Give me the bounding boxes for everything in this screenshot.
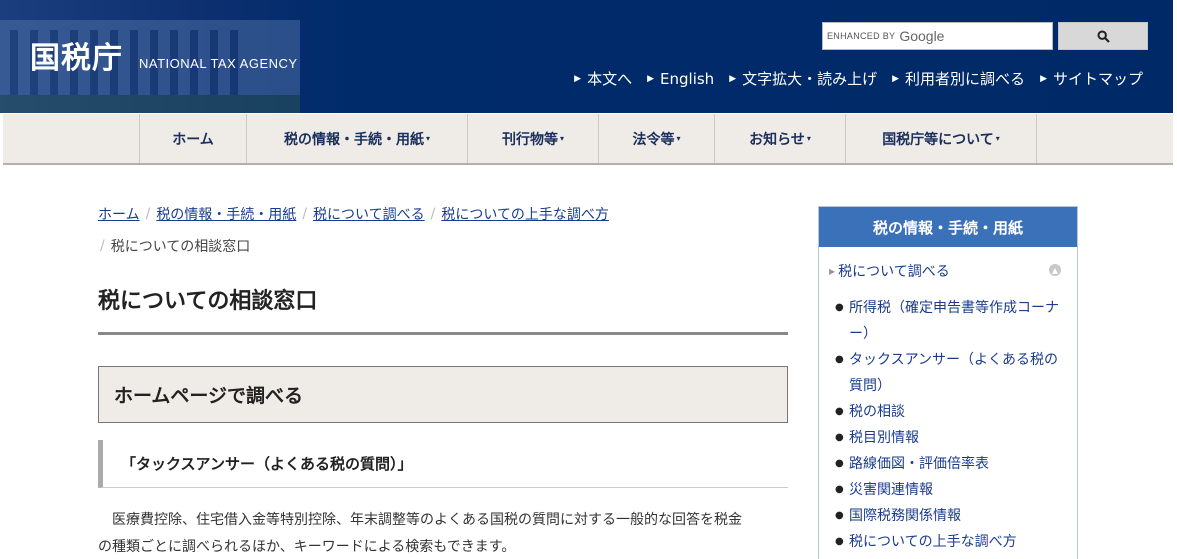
logo-english: NATIONAL TAX AGENCY bbox=[139, 56, 298, 71]
sidebar-item-label: 所得税（確定申告書等作成コーナー） bbox=[849, 300, 1059, 342]
site-logo[interactable]: 国税庁 NATIONAL TAX AGENCY bbox=[30, 33, 298, 77]
bullet-icon: ● bbox=[835, 432, 844, 443]
bullet-icon: ● bbox=[835, 302, 844, 313]
sidebar-item[interactable]: ● タックスアンサー（よくある税の質問） bbox=[835, 347, 1071, 399]
breadcrumb-link[interactable]: 税について調べる bbox=[313, 204, 425, 224]
sidebar-item[interactable]: ● 税の相談 bbox=[835, 399, 1071, 425]
util-link-by-user[interactable]: ▶ 利用者別に調べる bbox=[892, 68, 1025, 89]
search-provider-label: Google bbox=[899, 28, 945, 44]
collapse-toggle-icon[interactable]: ▲ bbox=[1049, 264, 1061, 276]
util-link-english[interactable]: ▶ English bbox=[647, 68, 714, 89]
breadcrumb-current: 税についての相談窓口 bbox=[110, 239, 251, 255]
sidebar-item-label: 税目別情報 bbox=[849, 430, 919, 446]
search-icon bbox=[1096, 29, 1110, 43]
util-link-skip-to-content[interactable]: ▶ 本文へ bbox=[574, 68, 632, 89]
triangle-right-icon: ▶ bbox=[829, 266, 836, 276]
nav-item-about[interactable]: 国税庁等について ▾ bbox=[846, 114, 1037, 163]
page-title: 税についての相談窓口 bbox=[98, 283, 788, 335]
breadcrumb: ホーム / 税の情報・手続・用紙 / 税について調べる / 税についての上手な調… bbox=[98, 203, 798, 257]
sidebar-item-label: 路線価図・評価倍率表 bbox=[849, 456, 989, 472]
sidebar-item-label: タックスアンサー（よくある税の質問） bbox=[849, 352, 1059, 394]
sidebar-parent-link[interactable]: ▶ 税について調べる bbox=[829, 261, 950, 281]
util-link-label: 利用者別に調べる bbox=[905, 70, 1026, 88]
nav-item-home[interactable]: ホーム bbox=[140, 114, 247, 163]
bullet-icon: ● bbox=[835, 510, 844, 521]
search-input[interactable]: ENHANCED BY Google bbox=[822, 22, 1053, 50]
sidebar-parent-label: 税について調べる bbox=[838, 264, 950, 280]
body-line: の種類ごとに調べられるほか、キーワードによる検索もできます。 bbox=[98, 539, 516, 555]
triangle-right-icon: ▶ bbox=[892, 73, 900, 84]
sidebar-item[interactable]: ● 税についての上手な調べ方 bbox=[835, 529, 1071, 555]
logo-kanji: 国税庁 bbox=[30, 41, 123, 76]
bullet-icon: ● bbox=[835, 406, 844, 417]
search-button[interactable] bbox=[1058, 22, 1148, 50]
bullet-icon: ● bbox=[835, 354, 844, 365]
breadcrumb-separator: / bbox=[302, 206, 308, 222]
nav-item-label: ホーム bbox=[172, 131, 214, 148]
sidebar-list: ● 所得税（確定申告書等作成コーナー） ● タックスアンサー（よくある税の質問） ●… bbox=[835, 295, 1071, 555]
breadcrumb-link[interactable]: 税についての上手な調べ方 bbox=[441, 204, 609, 224]
search-enhanced-label: ENHANCED BY bbox=[827, 31, 896, 41]
body-line: 医療費控除、住宅借入金等特別控除、年末調整等のよくある国税の質問に対する一般的な… bbox=[112, 512, 742, 528]
triangle-right-icon: ▶ bbox=[1040, 73, 1047, 84]
breadcrumb-link[interactable]: ホーム bbox=[98, 204, 140, 224]
sidebar-item[interactable]: ● 路線価図・評価倍率表 bbox=[835, 451, 1071, 477]
util-link-accessibility[interactable]: ▶ 文字拡大・読み上げ bbox=[729, 68, 877, 89]
nav-item-laws[interactable]: 法令等 ▾ bbox=[599, 114, 715, 163]
site-header: 国税庁 NATIONAL TAX AGENCY ENHANCED BY Goog… bbox=[0, 0, 1173, 113]
util-link-sitemap[interactable]: ▶ サイトマップ bbox=[1040, 68, 1143, 89]
sidebar-item-label: 税の相談 bbox=[849, 404, 905, 420]
util-link-label: サイトマップ bbox=[1052, 70, 1143, 88]
bullet-icon: ● bbox=[835, 484, 844, 495]
sidebar-item-label: 税についての上手な調べ方 bbox=[849, 534, 1017, 550]
breadcrumb-link[interactable]: 税の情報・手続・用紙 bbox=[156, 204, 296, 224]
util-link-label: 文字拡大・読み上げ bbox=[742, 70, 878, 88]
global-nav: ホーム 税の情報・手続・用紙 ▾ 刊行物等 ▾ 法令等 ▾ お知らせ ▾ 国税庁等につい… bbox=[3, 114, 1173, 165]
caret-down-icon: ▾ bbox=[806, 134, 811, 143]
nav-item-label: 法令等 bbox=[632, 131, 675, 148]
sidebar-item[interactable]: ● 所得税（確定申告書等作成コーナー） bbox=[835, 295, 1071, 347]
nav-item-publications[interactable]: 刊行物等 ▾ bbox=[468, 114, 599, 163]
sub-heading: 「タックスアンサー（よくある税の質問）」 bbox=[98, 440, 788, 488]
triangle-right-icon: ▶ bbox=[729, 73, 737, 84]
caret-down-icon: ▾ bbox=[559, 134, 564, 143]
breadcrumb-separator: / bbox=[145, 206, 151, 222]
utility-links: ▶ 本文へ ▶ English ▶ 文字拡大・読み上げ ▶ 利用者別に調べる ▶ サイトマ… bbox=[574, 68, 1143, 89]
triangle-right-icon: ▶ bbox=[647, 73, 655, 84]
sidebar-item-label: 災害関連情報 bbox=[849, 482, 933, 498]
nav-item-label: お知らせ bbox=[749, 131, 805, 148]
breadcrumb-separator: / bbox=[430, 206, 436, 222]
bullet-icon: ● bbox=[835, 536, 844, 547]
caret-down-icon: ▾ bbox=[676, 134, 681, 143]
nav-item-label: 刊行物等 bbox=[501, 131, 558, 148]
bullet-icon: ● bbox=[835, 458, 844, 469]
sidebar-item[interactable]: ● 災害関連情報 bbox=[835, 477, 1071, 503]
sidebar: 税の情報・手続・用紙 ▶ 税について調べる ▲ ● 所得税（確定申告書等作成コーナ… bbox=[818, 206, 1078, 559]
sidebar-item[interactable]: ● 税目別情報 bbox=[835, 425, 1071, 451]
sidebar-item-label: 国際税務関係情報 bbox=[849, 508, 961, 524]
triangle-right-icon: ▶ bbox=[574, 73, 582, 84]
caret-down-icon: ▾ bbox=[425, 134, 430, 143]
sidebar-item[interactable]: ● 国際税務関係情報 bbox=[835, 503, 1071, 529]
nav-item-notices[interactable]: お知らせ ▾ bbox=[715, 114, 846, 163]
nav-item-label: 国税庁等について bbox=[882, 131, 994, 148]
util-link-label: English bbox=[660, 69, 715, 88]
breadcrumb-separator: / bbox=[100, 238, 105, 254]
caret-down-icon: ▾ bbox=[995, 134, 1000, 143]
util-link-label: 本文へ bbox=[587, 70, 633, 88]
sidebar-heading: 税の情報・手続・用紙 bbox=[819, 207, 1077, 247]
body-paragraph: 医療費控除、住宅借入金等特別控除、年末調整等のよくある国税の質問に対する一般的な… bbox=[98, 507, 792, 559]
section-heading: ホームページで調べる bbox=[98, 366, 788, 423]
nav-item-tax-info[interactable]: 税の情報・手続・用紙 ▾ bbox=[247, 114, 468, 163]
nav-item-label: 税の情報・手続・用紙 bbox=[283, 131, 424, 148]
